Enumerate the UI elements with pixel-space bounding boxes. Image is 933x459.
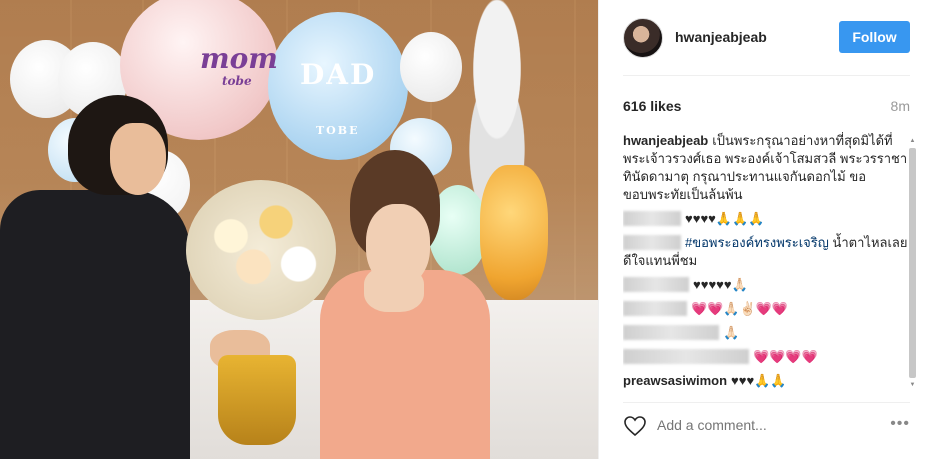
post-side-panel: hwanjeabjeab Follow 616 likes 8m hwanjea… <box>598 0 933 459</box>
caption-username[interactable]: hwanjeabjeab <box>623 133 708 148</box>
comment-text: ♥♥♥🙏🙏 <box>731 373 787 388</box>
heart-icon[interactable] <box>623 415 647 437</box>
visitor-face <box>110 123 166 195</box>
flower-bouquet <box>186 180 336 320</box>
gold-vase <box>218 355 296 445</box>
mom-balloon-subtext: tobe <box>222 74 252 88</box>
visitor-jacket <box>0 190 190 459</box>
hashtag-link[interactable]: #ขอพระองค์ทรงพระเจริญ <box>685 235 829 250</box>
blurred-username[interactable] <box>623 301 687 316</box>
more-options-icon[interactable]: ••• <box>890 415 910 433</box>
likes-row: 616 likes 8m <box>623 97 910 117</box>
comment-item: 🙏🏻 <box>623 324 917 342</box>
comment-text: ♥♥♥♥🙏🙏🙏 <box>685 211 765 226</box>
comment-footer: ••• <box>623 402 910 448</box>
patient-hands <box>364 266 424 312</box>
blurred-username[interactable] <box>623 235 681 250</box>
comment-item: ♥♥♥♥♥🙏🏻 <box>623 276 917 294</box>
mom-balloon-text: mom <box>200 42 278 75</box>
dad-balloon-subtext: TOBE <box>316 124 360 137</box>
blurred-username[interactable] <box>623 349 749 364</box>
blurred-username[interactable] <box>623 277 689 292</box>
caption: hwanjeabjeab เป็นพระกรุณาอย่างหาที่สุดมิไ… <box>623 132 917 204</box>
username-link[interactable]: hwanjeabjeab <box>675 29 767 45</box>
comment-text: 💗💗🙏🏻✌🏻💗💗 <box>691 301 789 316</box>
scroll-up-arrow-icon[interactable]: ▲ <box>908 136 917 146</box>
scroll-down-arrow-icon[interactable]: ▼ <box>908 380 917 390</box>
patient-figure <box>320 150 530 459</box>
likes-count[interactable]: 616 likes <box>623 98 681 114</box>
blurred-username[interactable] <box>623 211 681 226</box>
post-photo[interactable]: mom tobe DAD TOBE <box>0 0 598 459</box>
post-time[interactable]: 8m <box>891 98 910 114</box>
comment-item: 💗💗🙏🏻✌🏻💗💗 <box>623 300 917 318</box>
comment-item: 💗💗💗💗 <box>623 348 917 366</box>
post-header: hwanjeabjeab Follow <box>623 16 910 76</box>
comment-item: preawsasiwimon ♥♥♥🙏🙏 <box>623 372 917 390</box>
blurred-username[interactable] <box>623 325 719 340</box>
visitor-figure <box>0 95 200 459</box>
comment-text: ♥♥♥♥♥🙏🏻 <box>693 277 748 292</box>
comment-username[interactable]: preawsasiwimon <box>623 373 727 388</box>
dad-balloon-text: DAD <box>300 58 377 91</box>
comment-text: 💗💗💗💗 <box>753 349 818 364</box>
comment-text: 🙏🏻 <box>723 325 740 340</box>
comments-scrollbar[interactable]: ▲ ▼ <box>908 132 917 394</box>
add-comment-input[interactable] <box>657 417 877 433</box>
avatar[interactable] <box>623 18 663 58</box>
comments-list[interactable]: hwanjeabjeab เป็นพระกรุณาอย่างหาที่สุดมิไ… <box>623 132 917 394</box>
comment-item: ♥♥♥♥🙏🙏🙏 <box>623 210 917 228</box>
follow-button[interactable]: Follow <box>839 21 910 53</box>
comment-item: #ขอพระองค์ทรงพระเจริญ น้ำตาไหลเลย ดีใจแท… <box>623 234 917 270</box>
scrollbar-thumb[interactable] <box>909 148 916 378</box>
